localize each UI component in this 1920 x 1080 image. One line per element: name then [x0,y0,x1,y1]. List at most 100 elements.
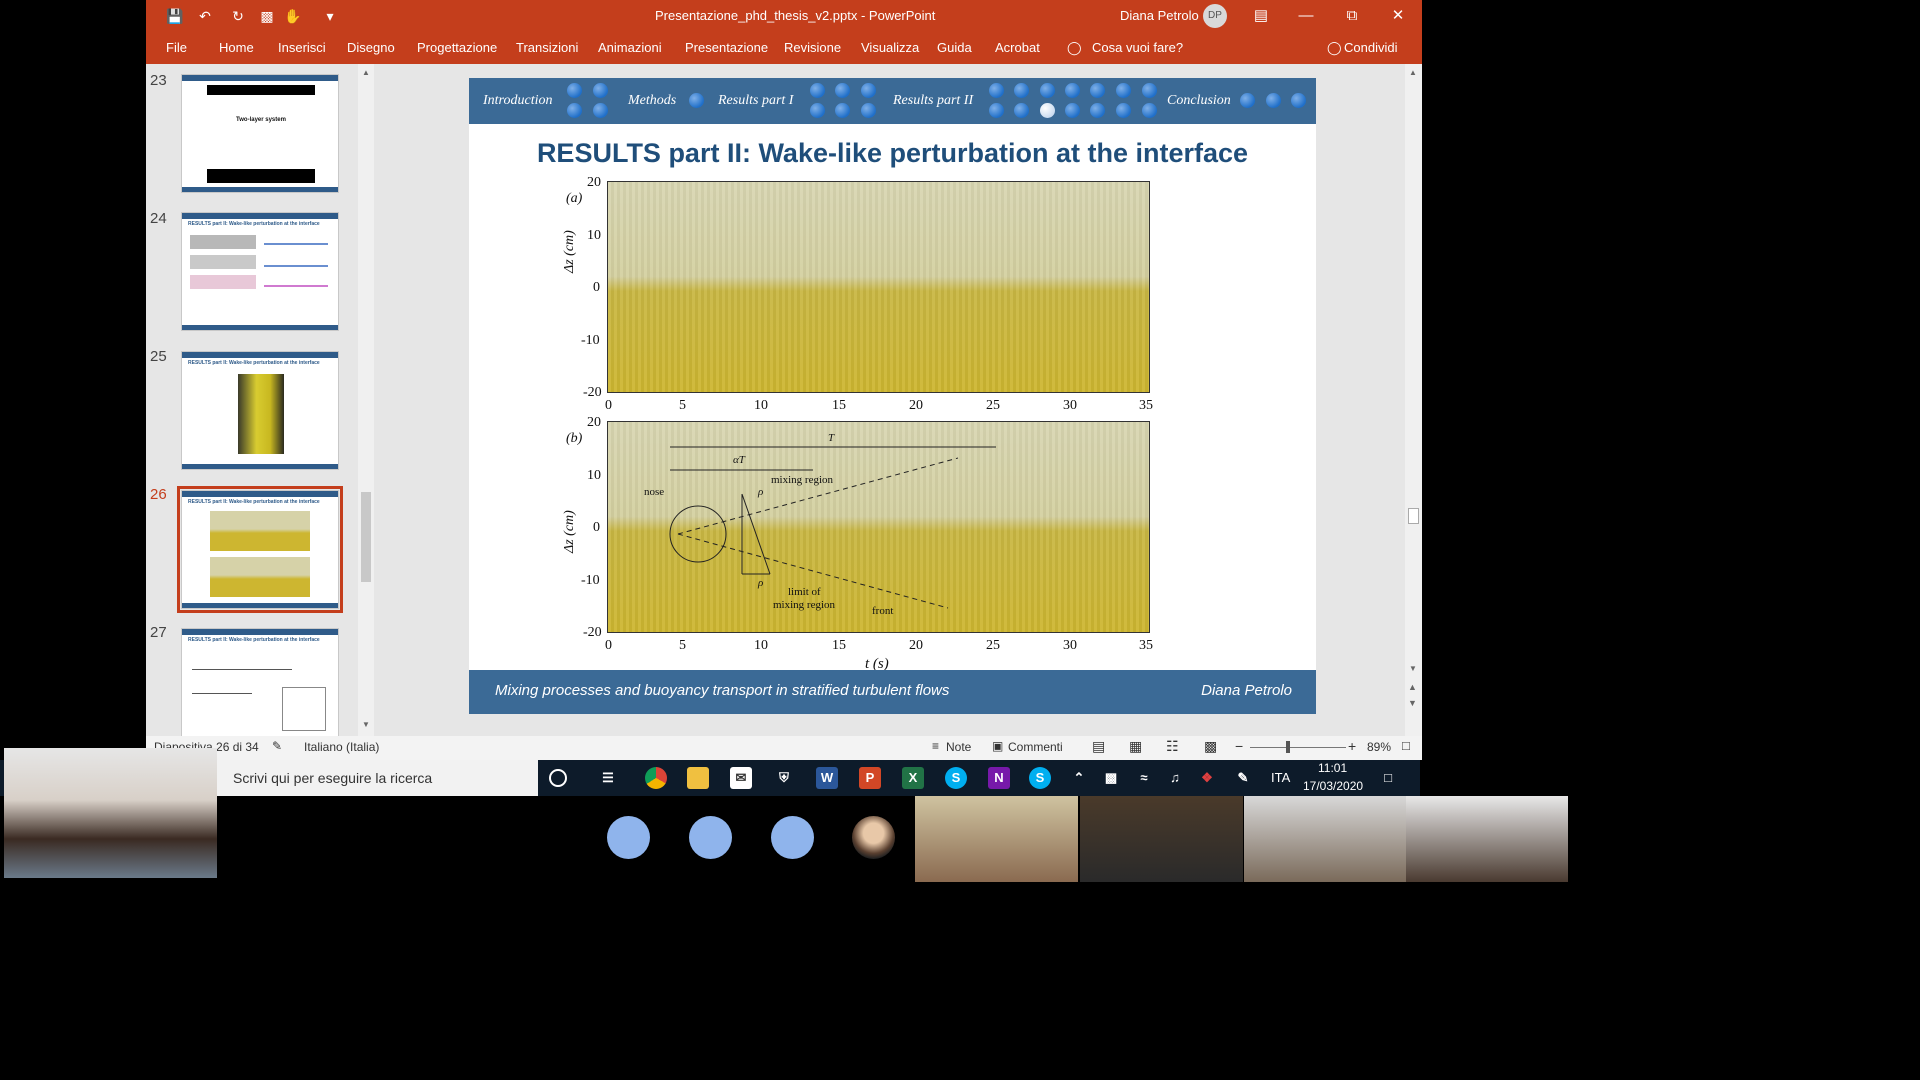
skype-icon[interactable]: S [945,767,967,789]
security-icon[interactable]: ⛨ [773,767,795,789]
chrome-icon[interactable] [645,767,667,789]
scroll-up-icon[interactable]: ▲ [362,68,370,77]
tray-chevron-icon[interactable]: ⌃ [1068,767,1090,789]
battery-icon[interactable]: ▩ [1100,767,1122,789]
notes-button[interactable]: Note [946,740,971,754]
volume-icon[interactable]: ♫ [1164,767,1186,789]
spelling-icon[interactable]: ✎ [272,739,282,753]
tab-transitions[interactable]: Transizioni [516,40,578,55]
image-panel-a [607,181,1150,393]
participant-video[interactable] [1244,796,1406,882]
share-button[interactable]: Condividi [1344,40,1397,55]
search-box[interactable]: Scrivi qui per eseguire la ricerca [216,760,538,796]
slideshow-view-icon[interactable]: ▩ [1204,738,1217,755]
participant-avatar-icon[interactable] [607,816,650,859]
participant-video[interactable] [915,796,1078,882]
tab-design[interactable]: Progettazione [417,40,497,55]
zoom-level[interactable]: 89% [1367,740,1391,754]
self-view-video[interactable] [4,748,217,878]
search-placeholder[interactable]: Scrivi qui per eseguire la ricerca [233,770,432,786]
nav-dot [835,83,850,98]
x-tick: 15 [832,638,846,653]
scroll-down-icon[interactable]: ▼ [362,720,370,729]
close-icon[interactable]: ✕ [1386,4,1410,28]
start-presentation-icon[interactable]: ▩ [258,7,276,25]
scrollbar-thumb[interactable] [1408,508,1419,524]
fit-to-window-icon[interactable]: □ [1402,738,1410,753]
thumbnail-slide-23[interactable]: Two-layer system [181,74,339,193]
nav-dot [1014,83,1029,98]
touch-mode-icon[interactable]: ✋ [284,7,302,25]
file-explorer-icon[interactable] [687,767,709,789]
tab-acrobat[interactable]: Acrobat [995,40,1040,55]
pen-icon[interactable]: ✎ [1232,767,1254,789]
normal-view-icon[interactable]: ▤ [1092,738,1105,755]
notifications-icon[interactable]: □ [1377,767,1399,789]
tab-slideshow[interactable]: Presentazione [685,40,768,55]
clock-date[interactable]: 17/03/2020 [1303,779,1363,793]
annotation-limit: limit of [788,586,821,598]
language-indicator[interactable]: Italiano (Italia) [304,740,379,754]
reading-view-icon[interactable]: ☷ [1166,738,1179,755]
slide-number: 23 [150,72,167,89]
zoom-in-icon[interactable]: + [1348,738,1356,754]
tell-me-search[interactable]: Cosa vuoi fare? [1092,40,1183,55]
wifi-icon[interactable]: ≈ [1133,767,1155,789]
tab-insert[interactable]: Inserisci [278,40,326,55]
zoom-slider[interactable] [1250,747,1346,748]
participant-avatar-icon[interactable] [689,816,732,859]
restore-icon[interactable]: ⧉ [1340,4,1364,28]
ribbon-display-icon[interactable]: ▤ [1249,4,1273,28]
powerpoint-icon[interactable]: P [859,767,881,789]
previous-slide-icon[interactable]: ▲ [1408,682,1417,692]
tab-draw[interactable]: Disegno [347,40,395,55]
clock-time[interactable]: 11:01 [1318,761,1347,775]
undo-icon[interactable]: ↶ [196,7,214,25]
thumbnail-slide-27[interactable]: RESULTS part II: Wake-like perturbation … [181,628,339,747]
participant-photo-avatar[interactable] [852,816,895,859]
slide-sorter-icon[interactable]: ▦ [1129,738,1142,755]
tab-file[interactable]: File [166,40,187,55]
annotation-rho2: ρ [758,577,764,589]
participant-video[interactable] [1080,796,1243,882]
user-avatar[interactable]: DP [1203,4,1227,28]
onenote-icon[interactable]: N [988,767,1010,789]
tab-animations[interactable]: Animazioni [598,40,662,55]
scroll-down-icon[interactable]: ▼ [1409,664,1417,673]
x-tick: 0 [605,398,612,413]
word-icon[interactable]: W [816,767,838,789]
minimize-icon[interactable]: — [1294,4,1318,28]
thumbnail-slide-24[interactable]: RESULTS part II: Wake-like perturbation … [181,212,339,331]
current-slide[interactable]: Introduction Methods Results part I Resu… [469,78,1316,714]
mail-icon[interactable]: ✉ [730,767,752,789]
dropbox-icon[interactable]: ❖ [1196,767,1218,789]
zoom-slider-thumb[interactable] [1286,741,1290,753]
cortana-icon[interactable] [549,769,567,787]
excel-icon[interactable]: X [902,767,924,789]
participant-video[interactable] [1406,796,1568,882]
zoom-out-icon[interactable]: − [1235,738,1243,754]
save-icon[interactable]: 💾 [166,7,184,25]
tab-home[interactable]: Home [219,40,254,55]
skype-business-icon[interactable]: S [1029,767,1051,789]
nav-dot [835,103,850,118]
tab-review[interactable]: Revisione [784,40,841,55]
scrollbar-thumb[interactable] [361,492,371,582]
scroll-up-icon[interactable]: ▲ [1409,68,1417,77]
participant-avatar-icon[interactable] [771,816,814,859]
thumbnail-slide-25[interactable]: RESULTS part II: Wake-like perturbation … [181,351,339,470]
nav-conclusion: Conclusion [1167,93,1231,108]
tab-view[interactable]: Visualizza [861,40,919,55]
slide-scrollbar[interactable]: ▲ ▼ ▲ ▼ [1405,64,1422,736]
thumbnail-scrollbar[interactable]: ▲ ▼ [358,64,374,736]
thumb-title: RESULTS part II: Wake-like perturbation … [188,360,320,366]
customize-toolbar-icon[interactable]: ▾ [321,7,339,25]
input-language[interactable]: ITA [1271,770,1290,785]
next-slide-icon[interactable]: ▼ [1408,698,1417,708]
task-view-icon[interactable]: ☰ [597,767,619,789]
thumbnail-slide-26[interactable]: RESULTS part II: Wake-like perturbation … [177,486,343,613]
y-axis-label-b: Δz (cm) [562,510,577,553]
redo-icon[interactable]: ↻ [229,7,247,25]
comments-button[interactable]: Commenti [1008,740,1063,754]
tab-help[interactable]: Guida [937,40,972,55]
